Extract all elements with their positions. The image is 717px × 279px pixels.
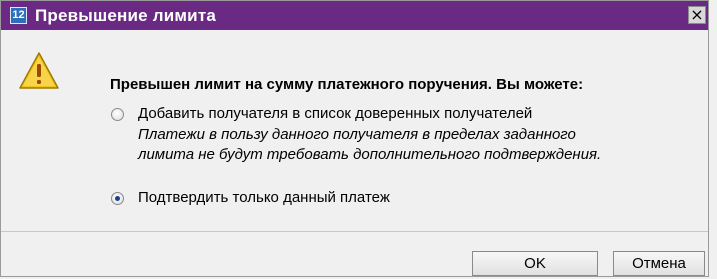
limit-exceeded-dialog: 12 Превышение лимита × Превышен лимит на…: [0, 0, 709, 277]
close-icon[interactable]: ×: [688, 6, 706, 24]
radio-add-trusted-recipient[interactable]: [111, 108, 124, 121]
option-add-trusted-recipient-description: Платежи в пользу данного получателя в пр…: [138, 126, 602, 163]
dialog-title: Превышение лимита: [35, 5, 217, 25]
radio-confirm-this-payment[interactable]: [111, 192, 124, 205]
option-confirm-this-payment[interactable]: Подтвердить только данный платеж: [111, 189, 390, 206]
button-separator: [1, 231, 708, 232]
cancel-button[interactable]: Отмена: [613, 251, 705, 276]
app-icon: 12: [10, 7, 27, 24]
option-add-trusted-recipient[interactable]: Добавить получателя в список доверенных …: [111, 105, 532, 122]
title-bar[interactable]: 12 Превышение лимита ×: [1, 1, 708, 30]
warning-icon: [19, 52, 59, 89]
option-add-trusted-recipient-label[interactable]: Добавить получателя в список доверенных …: [138, 105, 532, 122]
ok-button[interactable]: OK: [472, 251, 598, 276]
dialog-heading: Превышен лимит на сумму платежного поруч…: [110, 76, 584, 93]
option-confirm-this-payment-label[interactable]: Подтвердить только данный платеж: [138, 189, 390, 206]
